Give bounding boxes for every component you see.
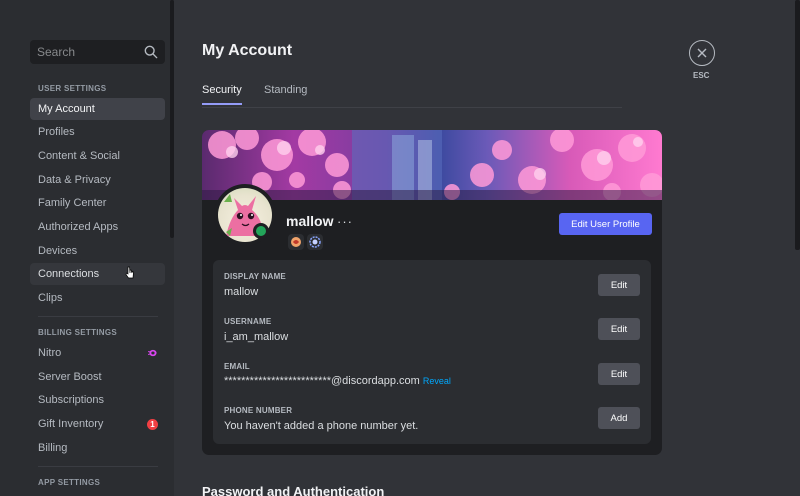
settings-sidebar: Search USER SETTINGS My Account Profiles… [0,0,174,496]
sidebar-item-label: Family Center [38,197,107,209]
quest-badge-icon[interactable] [288,234,304,250]
billing-settings-header: BILLING SETTINGS [38,328,118,337]
sidebar-item-family-center[interactable]: Family Center [30,192,165,214]
main-scrollbar[interactable] [795,0,800,250]
sidebar-item-billing[interactable]: Billing [30,437,165,459]
sidebar-item-label: My Account [38,103,95,115]
add-phone-button[interactable]: Add [598,407,640,429]
notification-badge: 1 [147,419,158,430]
username-label: USERNAME [224,317,272,326]
sidebar-item-label: Data & Privacy [38,174,111,186]
password-authentication-heading: Password and Authentication [202,484,385,496]
search-icon [144,45,158,59]
page-title: My Account [202,42,293,59]
sidebar-item-gift-inventory[interactable]: Gift Inventory 1 [30,413,165,435]
sidebar-item-label: Authorized Apps [38,221,119,233]
edit-username-button[interactable]: Edit [598,318,640,340]
sidebar-item-label: Devices [38,245,78,257]
nitro-badge-icon[interactable] [307,234,323,250]
sidebar-divider [38,316,158,317]
email-label: EMAIL [224,362,250,371]
nitro-icon [148,349,157,357]
avatar[interactable] [214,184,276,246]
edit-email-button[interactable]: Edit [598,363,640,385]
profile-username: mallow [286,213,334,229]
sidebar-item-label: Connections [38,268,100,280]
email-value: *************************@discordapp.com [224,375,420,387]
sidebar-item-devices[interactable]: Devices [30,240,165,262]
mouse-cursor-icon [125,266,134,279]
app-settings-header: APP SETTINGS [38,478,101,487]
phone-number-label: PHONE NUMBER [224,406,293,415]
sidebar-scrollbar[interactable] [170,0,174,238]
account-tabs: Security Standing [202,84,622,108]
profile-badges [288,234,323,250]
sidebar-item-authorized-apps[interactable]: Authorized Apps [30,216,165,238]
sidebar-item-clips[interactable]: Clips [30,287,165,309]
account-fields-panel: DISPLAY NAME mallow Edit USERNAME i_am_m… [213,260,651,444]
search-input[interactable]: Search [30,40,165,64]
user-settings-header: USER SETTINGS [38,84,107,93]
reveal-email-link[interactable]: Reveal [423,376,451,386]
sidebar-item-connections[interactable]: Connections [30,263,165,285]
online-status-indicator [253,223,269,239]
email-value-row: *************************@discordapp.com… [224,375,451,387]
profile-banner [202,130,662,200]
profile-card: mallow ··· Edit User Profile DISPLAY NAM… [202,130,662,455]
sidebar-item-label: Nitro [38,347,62,359]
more-options-icon[interactable]: ··· [337,214,353,229]
sidebar-item-label: Clips [38,292,63,304]
display-name-label: DISPLAY NAME [224,272,286,281]
sidebar-item-label: Subscriptions [38,394,105,406]
tab-security[interactable]: Security [202,84,242,105]
sidebar-item-label: Billing [38,442,68,454]
edit-display-name-button[interactable]: Edit [598,274,640,296]
esc-label: ESC [693,71,710,80]
sidebar-item-subscriptions[interactable]: Subscriptions [30,389,165,411]
display-name-value: mallow [224,286,259,298]
username-value: i_am_mallow [224,331,289,343]
sidebar-item-label: Profiles [38,126,75,138]
phone-number-value: You haven't added a phone number yet. [224,420,419,432]
cherry-blossom-banner-image [202,130,662,200]
close-button[interactable] [689,40,715,66]
sidebar-item-data-privacy[interactable]: Data & Privacy [30,169,165,191]
sidebar-item-label: Server Boost [38,371,102,383]
sidebar-item-label: Gift Inventory [38,418,104,430]
sidebar-item-my-account[interactable]: My Account [30,98,165,120]
sidebar-divider [38,466,158,467]
edit-user-profile-button[interactable]: Edit User Profile [559,213,652,235]
sidebar-item-nitro[interactable]: Nitro [30,342,165,364]
sidebar-item-label: Content & Social [38,150,120,162]
sidebar-item-profiles[interactable]: Profiles [30,121,165,143]
sidebar-item-content-social[interactable]: Content & Social [30,145,165,167]
tab-standing[interactable]: Standing [264,84,307,103]
search-placeholder: Search [37,45,76,59]
sidebar-item-server-boost[interactable]: Server Boost [30,366,165,388]
close-icon [697,48,707,58]
